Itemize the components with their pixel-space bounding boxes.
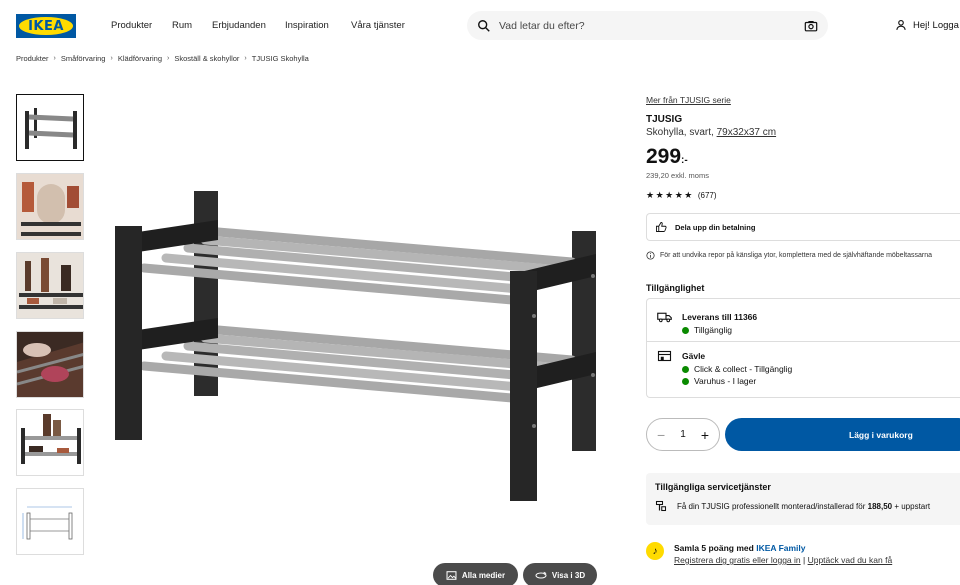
- nav-erbjudanden[interactable]: Erbjudanden: [212, 20, 266, 31]
- search-input[interactable]: [499, 19, 804, 32]
- ikea-family-link[interactable]: IKEA Family: [756, 543, 805, 553]
- info-icon: [646, 251, 655, 260]
- nav-rum[interactable]: Rum: [172, 20, 192, 31]
- add-to-cart-button[interactable]: Lägg i varukorg: [725, 418, 960, 451]
- product-main-image[interactable]: [100, 180, 610, 510]
- price-main: 299: [646, 145, 682, 168]
- thumbnail-room-2[interactable]: [16, 252, 84, 319]
- thumbs-up-icon: [656, 222, 667, 232]
- price-ex-vat: 239,20 exkl. moms: [646, 171, 709, 180]
- dimensions-link[interactable]: 79x32x37 cm: [717, 127, 776, 138]
- ikea-logo[interactable]: IKEA: [16, 14, 76, 38]
- breadcrumb-item[interactable]: Klädförvaring: [118, 54, 162, 63]
- breadcrumb-item[interactable]: Produkter: [16, 54, 49, 63]
- store-icon: [657, 350, 672, 362]
- all-media-label: Alla medier: [461, 570, 506, 580]
- description-text: Skohylla, svart,: [646, 127, 714, 138]
- services-title: Tillgängliga servicetjänster: [655, 482, 771, 492]
- discover-link[interactable]: Upptäck vad du kan få: [808, 555, 893, 565]
- thumbnail-image: [17, 174, 83, 239]
- delivery-title: Leverans till 11366: [682, 312, 758, 322]
- status-dot-icon: [682, 326, 689, 334]
- all-media-button[interactable]: Alla medier: [433, 563, 518, 585]
- family-points-icon: ♪: [646, 542, 664, 560]
- view-3d-button[interactable]: Visa i 3D: [523, 563, 597, 585]
- logo-text: IKEA: [19, 17, 73, 35]
- delivery-row[interactable]: Leverans till 11366 Tillgänglig: [657, 311, 757, 336]
- breadcrumb-current: TJUSIG Skohylla: [251, 54, 309, 63]
- chevron-right-icon: ›: [110, 55, 113, 62]
- link-divider: |: [803, 555, 806, 565]
- service-text: Få din TJUSIG professionellt monterad/in…: [677, 501, 866, 511]
- tools-icon: [655, 500, 667, 512]
- camera-icon[interactable]: [804, 19, 818, 33]
- assembly-service-row[interactable]: Få din TJUSIG professionellt monterad/in…: [655, 500, 930, 512]
- add-to-cart-label: Lägg i varukorg: [849, 429, 913, 440]
- thumbnail-image: [17, 410, 83, 475]
- star-rating-icon: ★★★★★: [646, 190, 694, 200]
- breadcrumb: Produkter › Småförvaring › Klädförvaring › …: [16, 54, 309, 63]
- product-name: TJUSIG: [646, 114, 683, 125]
- store-title: Gävle: [682, 351, 706, 361]
- quantity-stepper: − 1 +: [646, 418, 720, 451]
- minus-icon[interactable]: −: [657, 427, 665, 443]
- thumbnail-in-use[interactable]: [16, 409, 84, 476]
- installment-banner[interactable]: Dela upp din betalning: [646, 213, 960, 241]
- login-link[interactable]: Hej! Logga: [895, 19, 959, 31]
- truck-icon: [657, 312, 672, 323]
- thumbnail-dimensions[interactable]: [16, 488, 84, 555]
- status-dot-icon: [682, 378, 689, 385]
- product-description: Skohylla, svart, 79x32x37 cm: [646, 127, 776, 138]
- status-dot-icon: [682, 365, 689, 373]
- family-line-1: Samla 5 poäng med: [674, 543, 754, 553]
- thumbnail-image: [17, 95, 83, 160]
- delivery-status: Tillgänglig: [694, 324, 732, 335]
- thumbnail-image: [17, 253, 83, 318]
- thumbnail-image: [17, 332, 83, 397]
- info-notice: För att undvika repor på känsliga ytor, …: [646, 251, 960, 260]
- thumbnail-room-1[interactable]: [16, 173, 84, 240]
- store-row[interactable]: Gävle Click & collect - Tillgänglig Varu…: [657, 350, 792, 388]
- register-link[interactable]: Registrera dig gratis eller logga in: [674, 555, 801, 565]
- service-price: 188,50: [867, 501, 893, 511]
- chevron-right-icon: ›: [53, 55, 56, 62]
- store-in-stock: Varuhus - I lager: [694, 376, 757, 386]
- nav-produkter[interactable]: Produkter: [111, 20, 152, 31]
- price-suffix: :-: [681, 155, 688, 166]
- search-bar: [467, 11, 828, 40]
- login-label: Hej! Logga: [913, 19, 959, 31]
- ikea-family-promo: ♪ Samla 5 poäng med IKEA Family Registre…: [646, 542, 960, 566]
- quantity-value[interactable]: 1: [680, 429, 686, 440]
- thumbnail-image: [17, 489, 83, 554]
- rotate-3d-icon: [535, 571, 547, 579]
- installment-label: Dela upp din betalning: [675, 222, 756, 232]
- chevron-right-icon: ›: [244, 55, 247, 62]
- service-suffix: + uppstart: [894, 501, 931, 511]
- thumbnail-detail[interactable]: [16, 331, 84, 398]
- user-icon: [896, 19, 906, 30]
- availability-box: Leverans till 11366 Tillgänglig Gävle Cl…: [646, 298, 960, 398]
- search-icon[interactable]: [477, 19, 491, 33]
- thumbnail-product[interactable]: [16, 94, 84, 161]
- product-price: 299:-: [646, 145, 688, 169]
- series-link[interactable]: Mer från TJUSIG serie: [646, 95, 731, 105]
- availability-title: Tillgänglighet: [646, 283, 705, 293]
- rating[interactable]: ★★★★★ (677): [646, 190, 717, 201]
- breadcrumb-item[interactable]: Skoställ & skohyllor: [174, 54, 239, 63]
- services-box: Tillgängliga servicetjänster Få din TJUS…: [646, 473, 960, 525]
- chevron-right-icon: ›: [167, 55, 170, 62]
- view-3d-label: Visa i 3D: [551, 570, 586, 580]
- plus-icon[interactable]: +: [701, 427, 709, 443]
- nav-vara-tjanster[interactable]: Våra tjänster: [351, 20, 405, 31]
- divider: [647, 341, 960, 342]
- info-text: För att undvika repor på känsliga ytor, …: [660, 252, 932, 259]
- breadcrumb-item[interactable]: Småförvaring: [61, 54, 106, 63]
- gallery-icon: [446, 570, 457, 580]
- store-click-collect: Click & collect - Tillgänglig: [694, 363, 793, 374]
- rating-count: (677): [697, 191, 717, 200]
- nav-inspiration[interactable]: Inspiration: [285, 20, 329, 31]
